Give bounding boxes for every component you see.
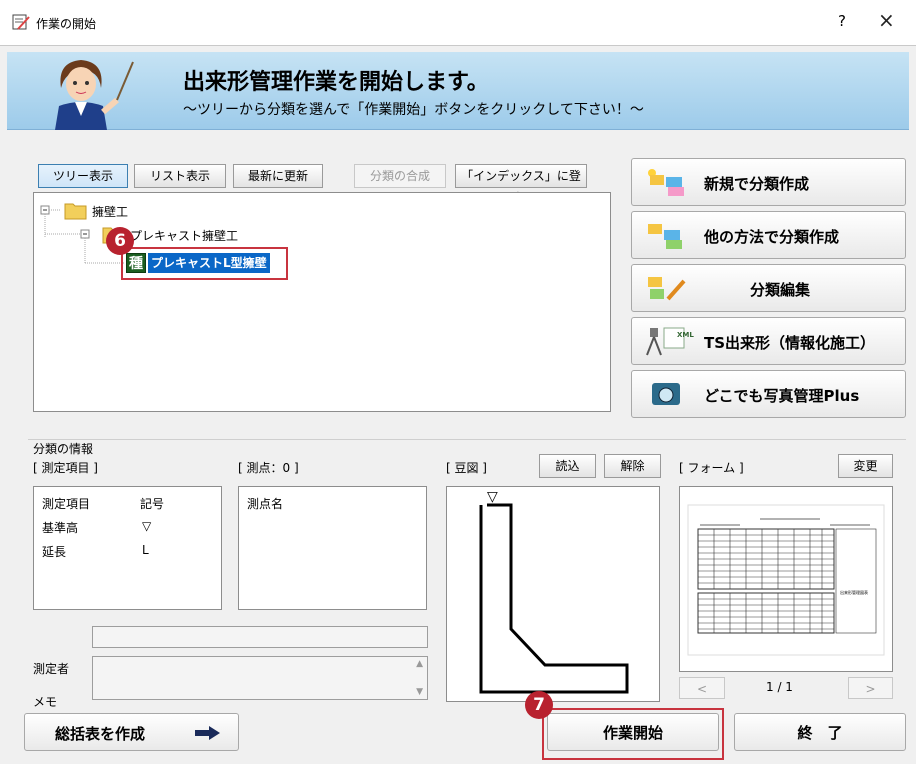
other-method-icon — [648, 224, 682, 249]
sketch-panel: ▽ — [446, 486, 660, 702]
category-tree[interactable]: 擁壁工 プレキャスト擁壁工 種 プレキャストL型擁壁 — [33, 192, 611, 412]
table-cell[interactable]: ▽ — [142, 519, 151, 533]
form-thumbnail — [687, 504, 885, 656]
banner-subheading: ～ツリーから分類を選んで「作業開始」ボタンをクリックして下さい！～ — [183, 102, 644, 118]
scroll-down-icon[interactable]: ▼ — [416, 687, 423, 697]
start-work-button[interactable]: 作業開始 — [547, 713, 719, 751]
form-side-note: 出来形管理図表 — [840, 590, 868, 595]
edit-category-icon — [648, 277, 686, 301]
form-next-button[interactable]: > — [848, 677, 893, 699]
photo-button[interactable]: どこでも写真管理Plus — [631, 370, 906, 418]
title-bar: 作業の開始 ? × — [0, 0, 916, 46]
points-label: [ 測点：0 ] — [238, 461, 299, 475]
photo-label: どこでも写真管理Plus — [704, 387, 860, 405]
help-button[interactable]: ? — [838, 12, 846, 30]
scroll-up-icon[interactable]: ▲ — [416, 659, 423, 669]
form-page-indicator: 1 / 1 — [766, 680, 793, 694]
app-icon — [12, 14, 30, 30]
form-preview: 出来形管理図表 — [679, 486, 893, 672]
form-prev-button[interactable]: < — [679, 677, 725, 699]
measure-items-list[interactable]: 測定項目 記号 基準高 ▽ 延長 L — [33, 486, 222, 610]
folder-icon — [64, 203, 87, 220]
memo-field[interactable]: ▲ ▼ — [92, 656, 428, 700]
column-header: 測点名 — [247, 497, 284, 511]
edit-category-button[interactable]: 分類編集 — [631, 264, 906, 312]
step-callout-7: 7 — [525, 691, 553, 719]
create-summary-button[interactable]: 総括表を作成 — [24, 713, 239, 751]
measure-items-label: [ 測定項目 ] — [33, 461, 98, 475]
highlight-frame — [121, 247, 288, 280]
header-banner: 出来形管理作業を開始します。 ～ツリーから分類を選んで「作業開始」ボタンをクリッ… — [7, 52, 909, 130]
window-title: 作業の開始 — [36, 17, 97, 31]
svg-text:▽: ▽ — [487, 489, 498, 505]
list-view-button[interactable]: リスト表示 — [134, 164, 226, 188]
memo-label: メモ — [33, 695, 58, 709]
arrow-right-icon — [195, 726, 220, 740]
camera-icon — [652, 383, 680, 405]
xml-tag: XML — [677, 331, 694, 339]
other-method-button[interactable]: 他の方法で分類作成 — [631, 211, 906, 259]
table-cell[interactable]: 基準高 — [42, 519, 78, 536]
new-category-icon — [648, 169, 684, 196]
info-section-label: 分類の情報 — [33, 442, 94, 456]
edit-category-label: 分類編集 — [750, 281, 811, 299]
ts-button[interactable]: XML TS出来形（情報化施工） — [631, 317, 906, 365]
column-header: 記号 — [140, 497, 165, 511]
register-index-button[interactable]: 「インデックス」に登録 — [455, 164, 587, 205]
sketch-label: [ 豆図 ] — [446, 461, 487, 475]
close-button[interactable]: × — [878, 8, 895, 32]
load-button[interactable]: 読込 — [539, 454, 596, 478]
table-cell[interactable]: 延長 — [42, 543, 66, 560]
form-label: [ フォーム ] — [679, 461, 744, 475]
exit-button[interactable]: 終 了 — [734, 713, 906, 751]
measurer-label: 測定者 — [33, 662, 70, 676]
new-category-button[interactable]: 新規で分類作成 — [631, 158, 906, 206]
banner-heading: 出来形管理作業を開始します。 — [183, 70, 489, 95]
column-header: 測定項目 — [42, 497, 91, 511]
change-button[interactable]: 変更 — [838, 454, 893, 478]
ts-label: TS出来形（情報化施工） — [704, 334, 876, 352]
step-callout-6: 6 — [106, 227, 134, 255]
tree-view-button[interactable]: ツリー表示 — [38, 164, 128, 188]
tree-node-root[interactable]: 擁壁工 — [92, 203, 128, 220]
other-method-label: 他の方法で分類作成 — [704, 228, 840, 246]
refresh-button[interactable]: 最新に更新 — [233, 164, 323, 188]
new-category-label: 新規で分類作成 — [704, 175, 810, 193]
merge-button[interactable]: 分類の合成 — [354, 164, 446, 188]
table-cell[interactable]: L — [142, 543, 149, 557]
tree-node-child[interactable]: プレキャスト擁壁工 — [130, 227, 238, 244]
measurer-field[interactable] — [92, 626, 428, 648]
create-summary-label: 総括表を作成 — [55, 725, 146, 743]
l-wall-sketch: ▽ — [479, 489, 629, 694]
section-divider — [28, 439, 906, 440]
points-list[interactable]: 測点名 — [238, 486, 427, 610]
release-button[interactable]: 解除 — [604, 454, 661, 478]
instructor-illustration — [55, 60, 134, 130]
